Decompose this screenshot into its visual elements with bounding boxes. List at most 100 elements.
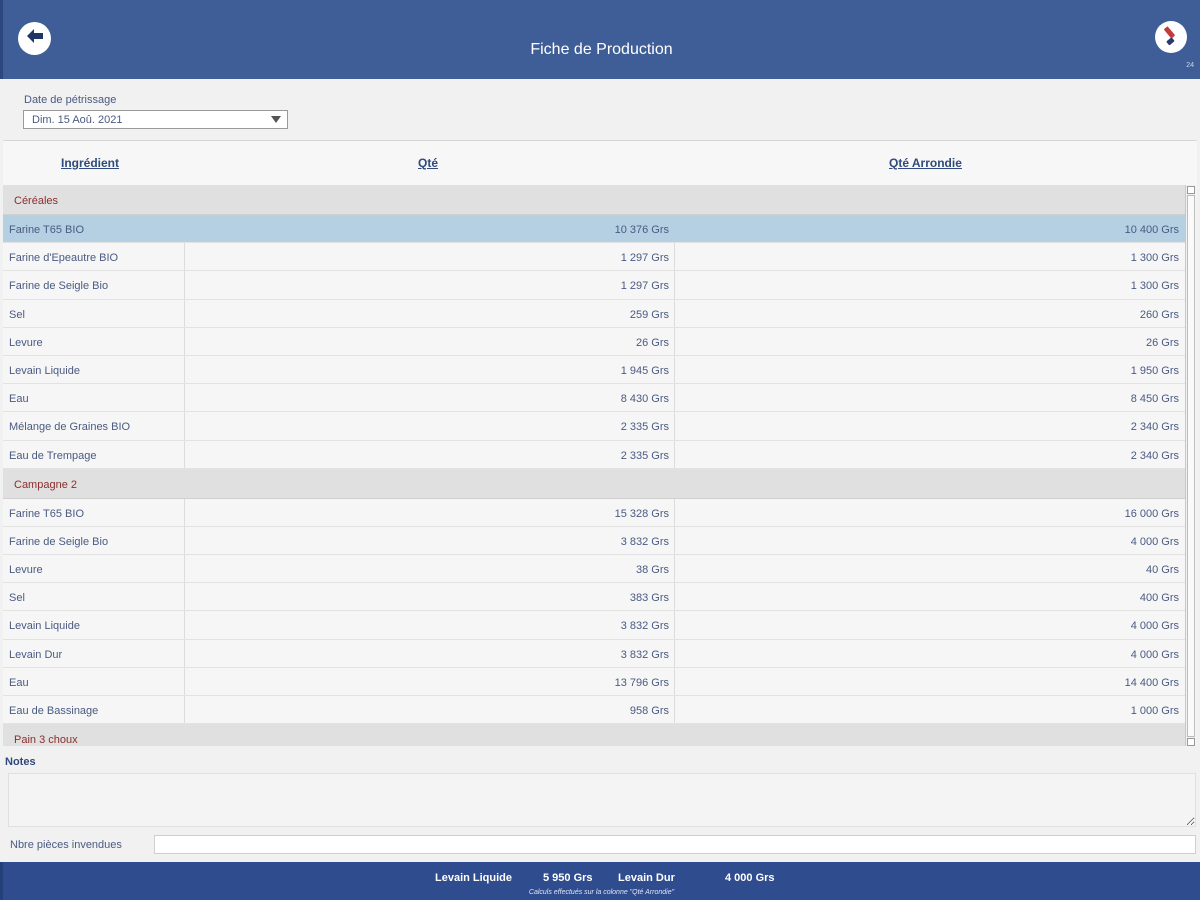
column-divider (184, 639, 185, 667)
rounded-qty-cell: 1 300 Grs (1130, 252, 1179, 265)
column-divider (674, 355, 675, 384)
column-divider (184, 327, 185, 355)
column-divider (674, 271, 675, 299)
qty-cell: 259 Grs (629, 308, 669, 321)
scroll-up-button[interactable] (1187, 186, 1195, 194)
column-divider (184, 384, 185, 412)
ingredient-cell: Farine d'Epeautre BIO (9, 252, 119, 265)
ingredient-cell: Levain Liquide (9, 620, 80, 633)
rounded-qty-cell: 2 340 Grs (1130, 449, 1179, 462)
column-header-qty[interactable]: Qté (418, 156, 438, 170)
table-row[interactable]: Mélange de Graines BIO 2 335 Grs 2 340 Grs (3, 412, 1185, 441)
levain-liquide-label: Levain Liquide (435, 872, 513, 884)
notes-field[interactable] (8, 773, 1196, 827)
rounded-qty-cell: 8 450 Grs (1130, 393, 1179, 406)
column-divider (184, 412, 185, 440)
table-scrollbar[interactable] (1185, 185, 1195, 746)
column-divider (674, 639, 675, 667)
column-divider (184, 271, 185, 299)
table-row[interactable]: Eau de Bassinage 958 Grs 1 000 Grs (3, 696, 1185, 725)
qty-cell: 8 430 Grs (620, 393, 669, 406)
column-divider (184, 299, 185, 327)
rounded-qty-cell: 4 000 Grs (1130, 535, 1179, 548)
qty-cell: 15 328 Grs (614, 507, 669, 520)
table-row[interactable]: Farine de Seigle Bio 1 297 Grs 1 300 Grs (3, 271, 1185, 300)
column-divider (184, 355, 185, 384)
scroll-thumb[interactable] (1187, 195, 1195, 737)
table-row[interactable]: Sel 259 Grs 260 Grs (3, 299, 1185, 328)
rounded-qty-cell: 400 Grs (1139, 592, 1179, 605)
column-divider (184, 555, 185, 583)
table-row[interactable]: Farine d'Epeautre BIO 1 297 Grs 1 300 Grs (3, 243, 1185, 272)
ingredient-cell: Eau de Bassinage (9, 705, 99, 717)
qty-cell: 383 Grs (629, 592, 669, 605)
table-row[interactable]: Eau 13 796 Grs 14 400 Grs (3, 667, 1185, 696)
rounded-qty-cell: 1 000 Grs (1130, 705, 1179, 717)
page-title: Fiche de Production (530, 41, 673, 58)
column-divider (184, 243, 185, 271)
column-divider (674, 327, 675, 355)
date-dropdown[interactable]: Dim. 15 Aoû. 2021 (23, 110, 288, 129)
rounded-qty-cell: 16 000 Grs (1124, 507, 1179, 520)
column-divider (184, 696, 185, 724)
unsold-label: Nbre pièces invendues (10, 839, 122, 851)
ingredient-cell: Levain Dur (9, 648, 63, 661)
column-divider (184, 440, 185, 468)
version-label: 24 (1186, 62, 1194, 69)
rounded-qty-cell: 260 Grs (1139, 308, 1179, 321)
table-row[interactable]: Eau de Trempage 2 335 Grs 2 340 Grs (3, 440, 1185, 469)
chevron-down-icon (271, 116, 281, 123)
ingredient-cell: Eau (9, 393, 29, 406)
table-row[interactable]: Farine de Seigle Bio 3 832 Grs 4 000 Grs (3, 526, 1185, 556)
column-divider (674, 667, 675, 695)
rounded-qty-cell: 14 400 Grs (1124, 676, 1179, 689)
column-divider (674, 412, 675, 440)
scroll-down-button[interactable] (1187, 738, 1195, 746)
ingredient-cell: Levure (9, 336, 43, 349)
qty-cell: 3 832 Grs (620, 620, 669, 633)
table-header: Ingrédient Qté Qté Arrondie (3, 141, 1197, 185)
ingredient-cell: Eau (9, 676, 29, 689)
table-row[interactable]: Levain Liquide 1 945 Grs 1 950 Grs (3, 355, 1185, 385)
column-divider (674, 611, 675, 639)
column-divider (674, 299, 675, 327)
qty-cell: 10 376 Grs (614, 224, 669, 236)
column-divider (674, 440, 675, 468)
table-row[interactable]: Levain Liquide 3 832 Grs 4 000 Grs (3, 611, 1185, 640)
column-header-ingredient[interactable]: Ingrédient (61, 156, 119, 170)
table-row[interactable]: Sel 383 Grs 400 Grs (3, 583, 1185, 612)
ingredient-cell: Farine T65 BIO (9, 224, 84, 236)
table-row[interactable]: Farine T65 BIO 15 328 Grs 16 000 Grs (3, 498, 1185, 527)
group-header-row: Céréales (3, 185, 1185, 215)
column-divider (674, 384, 675, 412)
group-header-row: Campagne 2 (3, 468, 1185, 499)
ingredient-cell: Farine de Seigle Bio (9, 535, 109, 548)
table-row[interactable]: Levure 38 Grs 40 Grs (3, 555, 1185, 584)
clear-button[interactable] (1155, 21, 1187, 53)
table-row[interactable]: Levain Dur 3 832 Grs 4 000 Grs (3, 639, 1185, 668)
ingredient-cell: Eau de Trempage (9, 449, 97, 462)
summary-note: Calculs effectués sur la colonne "Qté Ar… (528, 889, 675, 896)
rounded-qty-cell: 4 000 Grs (1130, 620, 1179, 633)
table-row[interactable]: Farine T65 BIO 10 376 Grs 10 400 Grs (3, 215, 1185, 244)
ingredient-cell: Sel (9, 308, 25, 321)
qty-cell: 2 335 Grs (620, 449, 669, 462)
ingredient-cell: Farine T65 BIO (9, 507, 84, 520)
date-value: Dim. 15 Aoû. 2021 (32, 114, 123, 126)
summary-bar: Levain Liquide 5 950 Grs Levain Dur 4 00… (0, 862, 1200, 900)
column-divider (184, 583, 185, 611)
column-divider (674, 583, 675, 611)
qty-cell: 3 832 Grs (620, 648, 669, 661)
rounded-qty-cell: 40 Grs (1145, 564, 1179, 577)
ingredient-cell: Mélange de Graines BIO (9, 421, 131, 434)
column-divider (674, 243, 675, 271)
ingredient-cell: Levure (9, 564, 43, 577)
table-body: Céréales Farine T65 BIO 10 376 Grs 10 400 G… (3, 185, 1185, 746)
rounded-qty-cell: 26 Grs (1145, 336, 1179, 349)
column-divider (674, 555, 675, 583)
column-header-rounded-qty[interactable]: Qté Arrondie (889, 156, 962, 170)
unsold-input[interactable] (154, 835, 1196, 854)
table-row[interactable]: Eau 8 430 Grs 8 450 Grs (3, 384, 1185, 413)
column-divider (184, 667, 185, 695)
table-row[interactable]: Levure 26 Grs 26 Grs (3, 327, 1185, 356)
